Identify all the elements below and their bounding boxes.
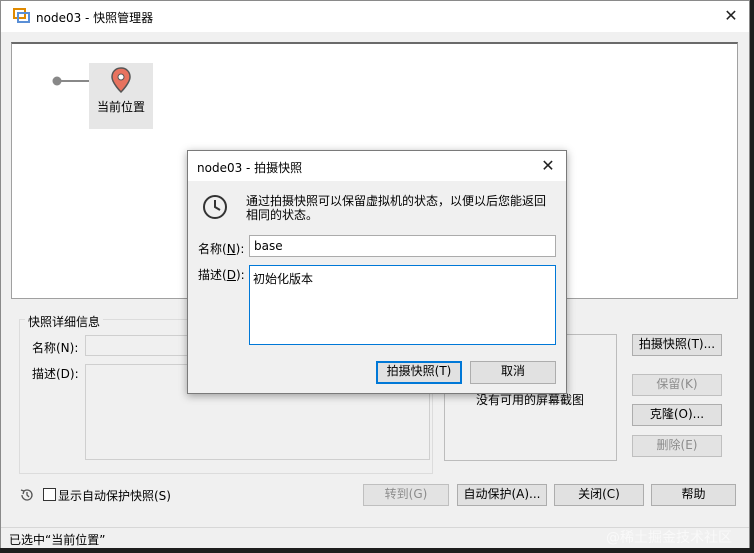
close-button[interactable]: 关闭(C) — [554, 484, 644, 506]
location-pin-icon — [111, 67, 131, 93]
take-snapshot-dialog: node03 - 拍摄快照 ✕ 通过拍摄快照可以保留虚拟机的状态，以便以后您能返… — [187, 150, 567, 394]
clock-icon — [203, 195, 227, 219]
window-close-button[interactable]: ✕ — [719, 5, 743, 27]
title-bar: node03 - 快照管理器 ✕ — [1, 1, 749, 32]
snapshot-description-textarea[interactable]: 初始化版本 — [249, 265, 556, 345]
take-snapshot-button[interactable]: 拍摄快照(T)... — [632, 334, 722, 356]
window-title: node03 - 快照管理器 — [36, 11, 154, 25]
dialog-take-snapshot-button[interactable]: 拍摄快照(T) — [376, 361, 462, 384]
dialog-title: node03 - 拍摄快照 — [197, 161, 303, 175]
snapshot-name-input[interactable]: base — [249, 235, 556, 257]
snapshot-name-value: base — [254, 239, 283, 253]
show-autoprotect-label[interactable]: 显示自动保护快照(S) — [58, 487, 171, 504]
clone-button[interactable]: 克隆(O)... — [632, 404, 722, 426]
help-button[interactable]: 帮助 — [651, 484, 736, 506]
dialog-cancel-button[interactable]: 取消 — [470, 361, 556, 384]
history-icon — [20, 489, 33, 501]
dialog-title-bar: node03 - 拍摄快照 ✕ — [188, 151, 566, 181]
current-position-label: 当前位置 — [96, 100, 145, 114]
goto-button[interactable]: 转到(G) — [363, 484, 449, 506]
dialog-info-line2: 相同的状态。 — [246, 208, 319, 222]
dialog-close-button[interactable]: ✕ — [536, 155, 560, 177]
snapshot-details-title: 快照详细信息 — [25, 313, 104, 330]
watermark: @稀土掘金技术社区 — [606, 530, 732, 546]
keep-button[interactable]: 保留(K) — [632, 374, 722, 396]
snapshot-description-value: 初始化版本 — [253, 272, 314, 286]
vmware-app-icon — [13, 8, 30, 23]
delete-button[interactable]: 删除(E) — [632, 435, 722, 457]
dialog-desc-label: 描述(D): — [198, 268, 245, 282]
dialog-name-label: 名称(N): — [198, 242, 245, 256]
autoprotect-button[interactable]: 自动保护(A)... — [457, 484, 547, 506]
show-autoprotect-checkbox[interactable] — [43, 488, 56, 501]
details-desc-label: 描述(D): — [32, 367, 79, 381]
details-name-label: 名称(N): — [32, 341, 79, 355]
status-text: 已选中“当前位置” — [9, 533, 106, 547]
